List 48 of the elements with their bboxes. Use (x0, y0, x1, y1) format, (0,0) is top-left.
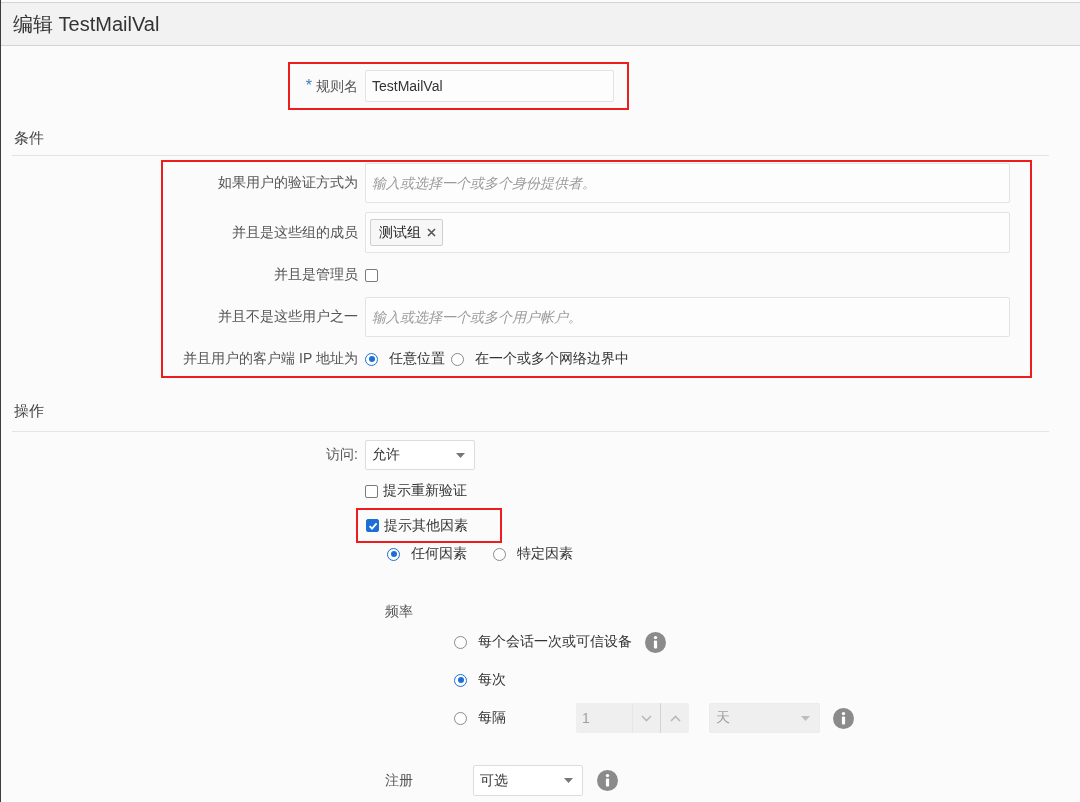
field-label: 访问: (326, 446, 358, 464)
field-label: 注册 (385, 771, 414, 790)
radio-label: 每隔 (478, 709, 507, 727)
caret-icon (801, 715, 810, 721)
text-field[interactable]: 输入或选择一个或多个身份提供者。 (365, 163, 1010, 203)
caret-icon (564, 778, 573, 783)
access-select[interactable]: 允许 (365, 440, 475, 470)
text-field[interactable]: TestMailVal (365, 70, 614, 102)
radio-button[interactable] (493, 547, 506, 561)
radio-button[interactable] (387, 547, 400, 561)
tag-field[interactable]: 测试组 (365, 212, 1010, 253)
section-heading: 操作 (14, 402, 44, 419)
radio-button[interactable] (451, 352, 464, 366)
required-mark: * (305, 76, 312, 95)
radio-label: 特定因素 (517, 545, 573, 563)
close-icon[interactable] (427, 228, 436, 237)
radio-label: 任何因素 (411, 545, 467, 563)
enrollment-select[interactable]: 可选 (473, 765, 583, 796)
field-label: 并且不是这些用户之一 (217, 308, 358, 326)
radio-label: 每次 (478, 671, 506, 689)
caret-icon (456, 452, 465, 458)
section-heading: 条件 (14, 129, 44, 146)
chevron-down-icon (641, 714, 652, 722)
text-field[interactable]: 输入或选择一个或多个用户帐户。 (365, 297, 1010, 337)
checkbox-label: 提示其他因素 (384, 516, 468, 535)
field-label: 并且用户的客户端 IP 地址为 (182, 350, 358, 368)
radio-button[interactable] (454, 673, 467, 687)
field-label: 如果用户的验证方式为 (217, 174, 358, 192)
radio-label: 每个会话一次或可信设备 (478, 633, 632, 651)
radio-button[interactable] (454, 635, 467, 649)
field-label: 规则名 (316, 77, 358, 96)
field-label: 并且是管理员 (273, 266, 358, 284)
chevron-up-icon (669, 714, 681, 722)
page-title: 编辑 TestMailVal (13, 12, 160, 37)
info-icon[interactable] (597, 770, 618, 791)
field-label: 频率 (385, 603, 413, 621)
checkbox[interactable] (366, 519, 379, 532)
checkbox[interactable] (365, 268, 378, 282)
info-icon[interactable] (645, 631, 666, 653)
radio-label: 在一个或多个网络边界中 (475, 350, 629, 368)
radio-button[interactable] (454, 711, 467, 725)
checkbox[interactable] (365, 484, 378, 498)
radio-button[interactable] (365, 352, 378, 366)
checkbox-label: 提示重新验证 (383, 482, 467, 500)
info-icon[interactable] (833, 707, 854, 729)
radio-label: 任意位置 (389, 350, 445, 368)
tag-text: 测试组 (379, 223, 421, 242)
field-label: 并且是这些组的成员 (231, 223, 358, 242)
